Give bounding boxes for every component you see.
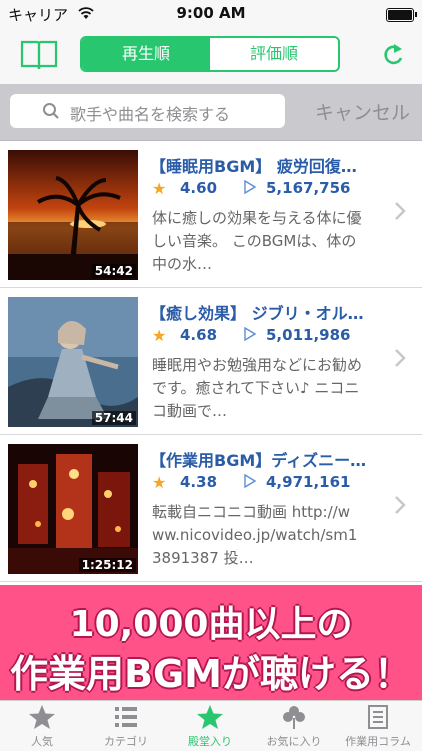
tab-label: カテゴリ	[104, 735, 148, 748]
video-thumbnail: 54:42	[8, 150, 138, 280]
video-title: 【作業用BGM】ディズニー…	[150, 451, 367, 470]
clock: 9:00 AM	[176, 4, 246, 22]
video-description: 転載自ニコニコ動画 http://www.nicovideo.jp/watch/…	[152, 503, 358, 567]
segment-play-count[interactable]: 再生順	[82, 38, 210, 70]
tab-label: 作業用コラム	[345, 735, 411, 748]
rating-value: 4.38	[180, 473, 218, 491]
video-thumbnail: 57:44	[8, 297, 138, 427]
navigation-bar: 再生順 評価順	[0, 28, 422, 84]
search-placeholder: 歌手や曲名を検索する	[70, 105, 231, 124]
banner-line-2: 作業用BGMが聴ける！	[10, 652, 412, 696]
view-count: 4,971,161	[266, 473, 351, 491]
video-title: 【睡眠用BGM】 疲労回復…	[150, 157, 357, 176]
video-description: 体に癒しの効果を与える体に優しい音楽。 このBGMは、体の中の水…	[152, 209, 362, 273]
sort-segmented-control[interactable]: 再生順 評価順	[80, 36, 340, 72]
chevron-right-icon	[395, 496, 406, 514]
video-description: 睡眠用やお勉強用などにお勧めです。癒されて下さい♪ ニコニコ動画で…	[152, 356, 362, 420]
chevron-right-icon	[395, 202, 406, 220]
clover-icon	[283, 706, 305, 729]
star-icon: ★	[152, 326, 167, 345]
video-stats: ★ 4.38 4,971,161	[152, 473, 350, 492]
duration-badge: 57:44	[91, 411, 136, 425]
list-item[interactable]: 57:44 【癒し効果】 ジブリ・オル… ★ 4.68 5,011,986 睡眠…	[0, 288, 422, 435]
video-stats: ★ 4.68 5,011,986	[152, 326, 350, 345]
tab-bar: 人気 カテゴリ 殿堂入り お気に入り 作業用コラム	[0, 700, 422, 751]
battery-icon	[386, 8, 417, 22]
search-input[interactable]: 歌手や曲名を検索する	[10, 94, 285, 128]
segment-rating[interactable]: 評価順	[210, 38, 338, 70]
list-item[interactable]: 54:42 【睡眠用BGM】 疲労回復… ★ 4.60 5,167,756 体に…	[0, 141, 422, 288]
hall-of-fame-star-icon	[197, 705, 223, 729]
star-icon	[29, 705, 55, 729]
column-icon	[368, 705, 388, 729]
star-icon: ★	[152, 473, 167, 492]
star-icon: ★	[152, 179, 167, 198]
book-icon[interactable]	[20, 38, 58, 72]
duration-badge: 54:42	[91, 264, 136, 278]
tab-column[interactable]: 作業用コラム	[336, 701, 420, 751]
search-bar: 歌手や曲名を検索する キャンセル	[0, 84, 422, 141]
video-thumbnail: 1:25:12	[8, 444, 138, 574]
category-list-icon	[115, 707, 137, 727]
chevron-right-icon	[395, 349, 406, 367]
view-count: 5,011,986	[266, 326, 351, 344]
status-bar: キャリア 9:00 AM	[0, 0, 422, 28]
promo-banner: 10,000曲以上の 作業用BGMが聴ける！	[0, 585, 422, 705]
tab-hall-of-fame[interactable]: 殿堂入り	[168, 701, 252, 751]
tab-popular[interactable]: 人気	[0, 701, 84, 751]
refresh-icon[interactable]	[380, 40, 406, 68]
cancel-button[interactable]: キャンセル	[315, 98, 410, 125]
tab-label: お気に入り	[266, 735, 322, 748]
tab-label: 人気	[31, 735, 53, 748]
duration-badge: 1:25:12	[78, 558, 136, 572]
play-icon	[244, 474, 256, 488]
play-icon	[244, 180, 256, 194]
rating-value: 4.68	[180, 326, 218, 344]
list-item[interactable]: 1:25:12 【作業用BGM】ディズニー… ★ 4.38 4,971,161 …	[0, 435, 422, 582]
banner-line-1: 10,000曲以上の	[69, 604, 353, 645]
search-icon	[43, 103, 59, 119]
tab-category[interactable]: カテゴリ	[84, 701, 168, 751]
tab-favorites[interactable]: お気に入り	[252, 701, 336, 751]
view-count: 5,167,756	[266, 179, 351, 197]
video-title: 【癒し効果】 ジブリ・オル…	[150, 304, 364, 323]
play-icon	[244, 327, 256, 341]
tab-label: 殿堂入り	[188, 735, 232, 748]
video-stats: ★ 4.60 5,167,756	[152, 179, 350, 198]
rating-value: 4.60	[180, 179, 218, 197]
